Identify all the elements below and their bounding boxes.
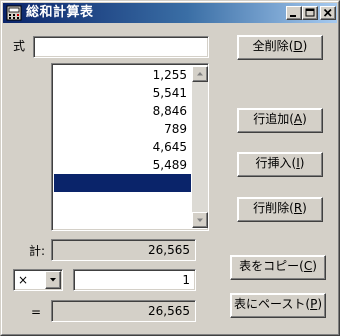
scroll-up-button[interactable]: [192, 66, 208, 82]
paste-table-button[interactable]: 表にペースト(P): [230, 293, 326, 318]
insert-row-label: 行挿入: [255, 156, 292, 170]
delete-row-accel: R: [293, 201, 303, 215]
maximize-icon: [305, 8, 315, 17]
insert-row-accel: I: [296, 156, 300, 170]
list-item[interactable]: 5,489: [54, 156, 191, 174]
add-row-button[interactable]: 行追加(A): [237, 108, 323, 133]
copy-table-button[interactable]: 表をコピー(C): [230, 255, 326, 280]
operand-value: 1: [182, 273, 190, 287]
scroll-down-button[interactable]: [192, 212, 208, 228]
paste-table-label: 表にペースト: [233, 297, 306, 311]
minimize-button[interactable]: [286, 6, 302, 20]
clear-all-button[interactable]: 全削除(D): [237, 35, 323, 60]
list-item-value: 789: [164, 122, 187, 136]
app-window: 総和計算表 式 1,255 5,541 8,846 789 4,645 5,48…: [0, 0, 340, 336]
copy-table-accel: C: [303, 259, 313, 273]
title-bar[interactable]: 総和計算表: [3, 3, 337, 23]
clear-all-label: 全削除: [252, 39, 289, 53]
insert-row-button[interactable]: 行挿入(I): [237, 152, 323, 177]
list-item[interactable]: [54, 192, 191, 210]
maximize-button[interactable]: [302, 6, 318, 20]
arrow-up-icon: [197, 72, 203, 76]
list-item-selected[interactable]: [54, 174, 191, 192]
list-item-value: 4,645: [152, 140, 187, 154]
add-row-accel: A: [293, 112, 303, 126]
result-value: 26,565: [148, 304, 190, 318]
number-list[interactable]: 1,255 5,541 8,846 789 4,645 5,489: [51, 63, 209, 231]
result-display: 26,565: [51, 300, 196, 322]
list-scrollbar[interactable]: [192, 66, 208, 228]
formula-input[interactable]: [33, 36, 209, 58]
minimize-icon: [290, 15, 296, 17]
delete-row-label: 行削除: [253, 201, 290, 215]
dropdown-button[interactable]: [45, 271, 61, 289]
operand-input[interactable]: 1: [73, 269, 196, 291]
list-item-value: 8,846: [152, 104, 187, 118]
operator-select[interactable]: ×: [13, 269, 63, 291]
total-label: 計:: [29, 244, 46, 258]
list-item-value: 5,541: [152, 86, 187, 100]
clear-all-accel: D: [293, 39, 303, 53]
chevron-down-icon: [50, 278, 56, 282]
list-item[interactable]: 789: [54, 120, 191, 138]
total-value: 26,565: [148, 243, 190, 257]
paste-table-accel: P: [310, 297, 318, 311]
result-label: =: [31, 305, 42, 319]
list-item[interactable]: 5,541: [54, 84, 191, 102]
arrow-down-icon: [197, 218, 203, 222]
delete-row-button[interactable]: 行削除(R): [237, 197, 323, 222]
list-item[interactable]: 8,846: [54, 102, 191, 120]
list-item[interactable]: 4,645: [54, 138, 191, 156]
calculator-table-icon[interactable]: [6, 5, 22, 21]
window-title: 総和計算表: [26, 5, 94, 20]
formula-label: 式: [13, 39, 26, 53]
add-row-label: 行追加: [253, 112, 290, 126]
list-item[interactable]: 1,255: [54, 66, 191, 84]
list-item-value: 5,489: [152, 158, 187, 172]
operator-value: ×: [18, 273, 29, 287]
close-icon: [323, 8, 332, 17]
copy-table-label: 表をコピー: [239, 259, 300, 273]
close-button[interactable]: [320, 6, 336, 20]
total-display: 26,565: [51, 239, 196, 261]
list-item[interactable]: [54, 210, 191, 228]
list-item-value: 1,255: [152, 68, 187, 82]
